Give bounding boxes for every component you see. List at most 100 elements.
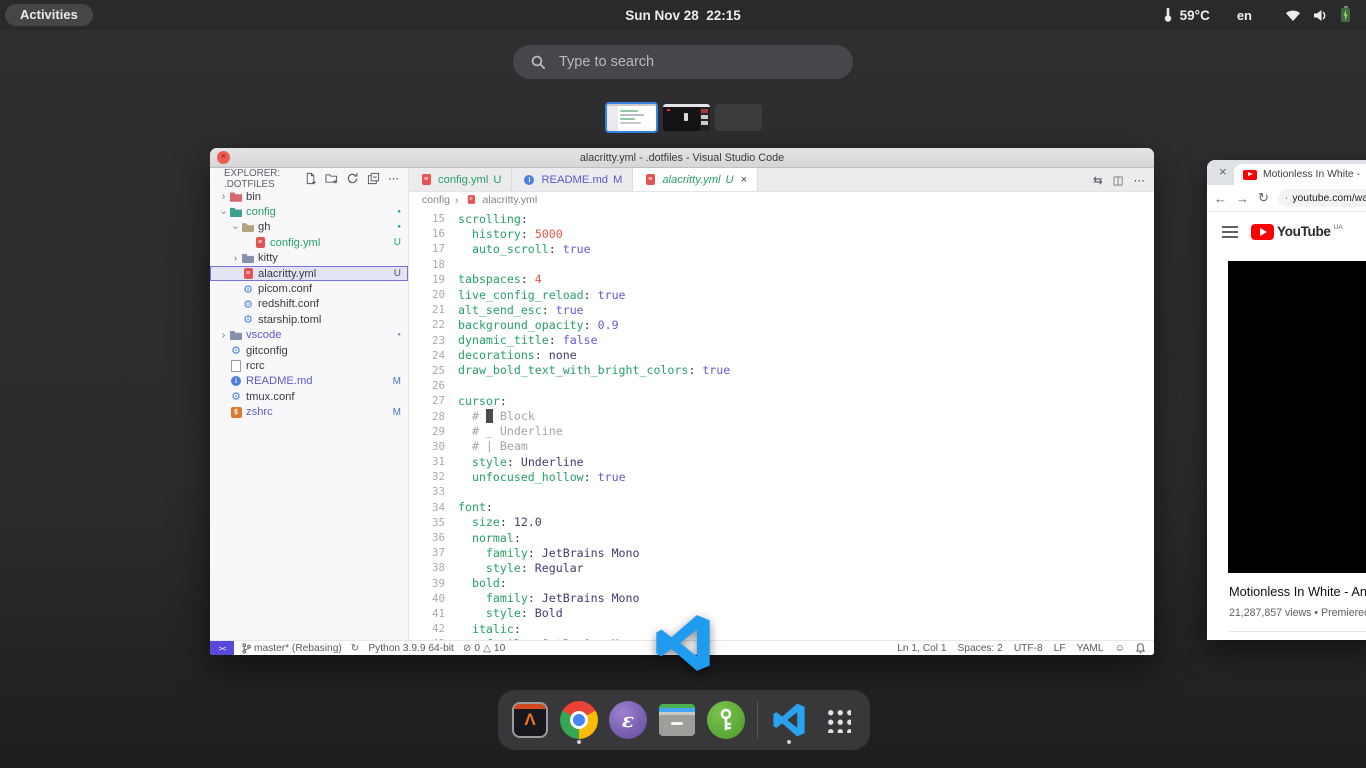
new-file-icon[interactable] [304,172,317,185]
editor-tab-README.md[interactable]: README.mdM [512,168,633,191]
gnome-activities-overview: Activities Sun Nov 28 22:15 59°C en Type [0,0,1366,768]
sync-icon[interactable]: ↻ [351,643,360,654]
youtube-header: YouTube UA [1207,212,1366,252]
search-placeholder: Type to search [559,54,654,70]
code-line: 25draw_bold_text_with_bright_colors: tru… [409,363,1154,378]
menu-icon[interactable] [1222,226,1238,238]
breadcrumb-file[interactable]: alacritty.yml [483,194,538,206]
folder-red-icon [229,190,243,203]
code-text: bold: [458,576,507,590]
new-folder-icon[interactable] [325,172,338,185]
tree-item-kitty[interactable]: ›kitty [210,251,408,266]
tree-item-config.yml[interactable]: config.ymlU [210,235,408,250]
editor-area: config.ymlUREADME.mdMalacritty.ymlU× ⇆ ◫… [409,168,1154,641]
editor-tab-alacritty.yml[interactable]: alacritty.ymlU× [633,168,758,191]
workspace-thumbnail-empty[interactable] [715,104,762,131]
remote-indicator[interactable]: >< [210,641,234,655]
chrome-window[interactable]: × Motionless In White - ← → ↻ youtube.co… [1207,160,1366,640]
tree-item-picom.conf[interactable]: picom.conf [210,281,408,296]
keyboard-layout-indicator[interactable]: en [1237,8,1252,23]
workspace-thumbnail-active[interactable] [605,102,658,133]
statusbar-item[interactable]: Ln 1, Col 1 [897,643,946,654]
collapse-all-icon[interactable] [367,172,380,185]
tree-item-rcrc[interactable]: rcrc [210,358,408,373]
tree-item-vscode[interactable]: ›vscode● [210,328,408,343]
code-text: style: Underline [458,455,584,469]
feedback-smiley-icon[interactable]: ☺ [1115,643,1125,654]
window-close-button[interactable]: × [217,151,230,164]
activities-button[interactable]: Activities [5,4,93,26]
address-bar[interactable]: youtube.com/wa [1278,189,1366,207]
code-text: size: 12.0 [458,515,542,529]
git-branch-status[interactable]: master* (Rebasing) [242,643,342,654]
search-icon [531,55,546,70]
refresh-icon[interactable] [346,172,359,185]
open-changes-icon[interactable]: ⇆ [1093,173,1103,187]
emacs-icon [609,701,647,739]
dock-item-emacs[interactable] [608,693,648,747]
vscode-titlebar[interactable]: × alacritty.yml - .dotfiles - Visual Stu… [210,148,1154,168]
tree-item-config[interactable]: ›config● [210,204,408,219]
statusbar-item[interactable]: Spaces: 2 [958,643,1003,654]
git-badge: M [393,376,401,387]
workspace-switcher [0,102,1366,133]
reload-icon[interactable]: ↻ [1258,190,1269,206]
split-editor-icon[interactable]: ◫ [1113,173,1124,187]
running-indicator [787,740,791,744]
dock-item-keepass[interactable] [706,693,746,747]
tree-item-zshrc[interactable]: zshrcM [210,404,408,419]
code-line: 24decorations: none [409,348,1154,363]
editor-tabbar: config.ymlUREADME.mdMalacritty.ymlU× ⇆ ◫… [409,168,1154,192]
code-editor[interactable]: 15scrolling:16 history: 500017 auto_scro… [409,207,1154,641]
code-text: # _ Underline [458,424,563,438]
yaml-icon [643,173,657,186]
dock-item-app-grid[interactable] [818,693,858,747]
tree-item-bin[interactable]: ›bin [210,189,408,204]
problems-indicator[interactable]: ⊘ 0 △ 10 [463,643,505,654]
tree-item-label: README.md [246,375,313,387]
window-close-icon[interactable]: × [1219,164,1227,179]
statusbar-item[interactable]: YAML [1077,643,1104,654]
workspace-thumbnail-youtube[interactable] [663,104,710,131]
notifications-bell-icon[interactable] [1136,643,1145,654]
video-player[interactable] [1228,261,1366,573]
breadcrumb[interactable]: config › alacritty.yml [409,192,1154,207]
line-number: 21 [409,303,458,316]
code-line: 20live_config_reload: true [409,287,1154,302]
vscode-app-badge-icon[interactable] [654,614,712,672]
tree-item-starship.toml[interactable]: starship.toml [210,312,408,327]
statusbar-item[interactable]: LF [1054,643,1066,654]
editor-tab-config.yml[interactable]: config.ymlU [409,168,512,191]
dock-item-chrome[interactable] [559,693,599,747]
line-number: 32 [409,470,458,483]
breadcrumb-folder[interactable]: config [422,194,450,206]
dock-item-files[interactable] [657,693,697,747]
dock-item-vscode[interactable] [769,693,809,747]
youtube-logo[interactable]: YouTube UA [1251,224,1343,240]
tree-item-gitconfig[interactable]: gitconfig [210,343,408,358]
system-status-area[interactable]: 59°C en [1162,7,1366,23]
tree-item-redshift.conf[interactable]: redshift.conf [210,297,408,312]
statusbar-item[interactable]: UTF-8 [1014,643,1043,654]
editor-more-actions-icon[interactable]: ⋯ [1134,173,1146,187]
python-interpreter[interactable]: Python 3.9.9 64-bit [368,643,454,654]
code-line: 38 style: Regular [409,560,1154,575]
tree-item-tmux.conf[interactable]: tmux.conf [210,389,408,404]
code-line: 15scrolling: [409,211,1154,226]
tree-item-README.md[interactable]: README.md M [210,374,408,389]
vscode-window[interactable]: × alacritty.yml - .dotfiles - Visual Stu… [210,148,1154,655]
branch-label: master* (Rebasing) [254,643,342,654]
forward-icon[interactable]: → [1236,191,1249,206]
tree-item-alacritty.yml[interactable]: alacritty.ymlU [210,266,408,281]
tab-close-icon[interactable]: × [741,174,747,186]
code-line: 40 family: JetBrains Mono [409,591,1154,606]
folder-teal-icon [229,206,243,219]
dock-item-alacritty[interactable] [510,693,550,747]
zsh-icon [229,406,243,419]
browser-tab-youtube[interactable]: Motionless In White - [1234,164,1366,185]
tree-item-gh[interactable]: ›gh● [210,220,408,235]
clock[interactable]: Sun Nov 28 22:15 [625,8,741,23]
back-icon[interactable]: ← [1214,191,1227,206]
search-input[interactable]: Type to search [513,45,853,79]
more-actions-icon[interactable]: ⋯ [388,172,399,185]
